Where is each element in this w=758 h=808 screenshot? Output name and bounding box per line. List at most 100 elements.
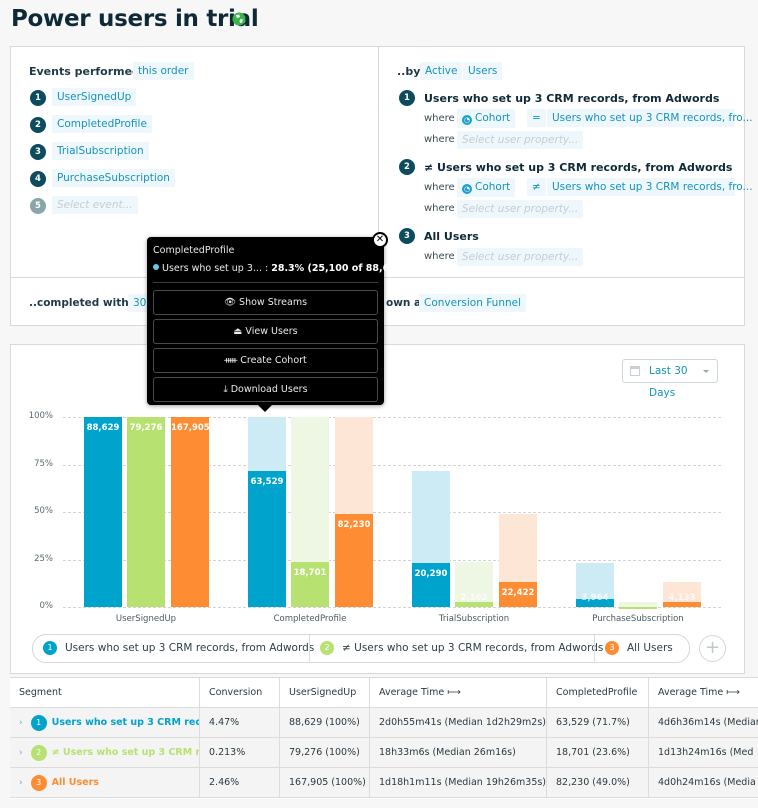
bar[interactable] bbox=[248, 470, 286, 607]
filter-property-label: Cohort bbox=[475, 181, 511, 193]
cohort-icon: ᚔ bbox=[224, 355, 238, 366]
header-conversion[interactable]: Conversion bbox=[200, 678, 280, 708]
legend-label: ≠ Users who set up 3 CRM records, from A… bbox=[342, 642, 604, 654]
legend-separator bbox=[309, 635, 310, 662]
select-property-input[interactable]: Select user property... bbox=[457, 248, 584, 266]
filter-property[interactable]: ◔ Cohort bbox=[457, 178, 516, 197]
order-selector[interactable]: this order bbox=[133, 62, 194, 80]
header-step1[interactable]: UserSignedUp bbox=[280, 678, 370, 708]
create-cohort-button[interactable]: ᚔ Create Cohort bbox=[153, 348, 378, 373]
page-title: Power users in trial bbox=[11, 6, 259, 32]
segment-cell[interactable]: › 1 Users who set up 3 CRM rec... bbox=[10, 708, 200, 738]
segment-number: 2 bbox=[30, 745, 47, 761]
by-active-selector[interactable]: Active bbox=[420, 62, 463, 80]
header-avg-time[interactable]: Average Time ⟼ bbox=[370, 678, 547, 708]
table-row[interactable]: › 1 Users who set up 3 CRM rec... 4.47% 88,6… bbox=[10, 708, 758, 738]
legend-label: Users who set up 3 CRM records, from Adw… bbox=[65, 642, 315, 654]
by-users-selector[interactable]: Users bbox=[463, 62, 503, 80]
tooltip-title: CompletedProfile bbox=[153, 245, 235, 256]
filter-property[interactable]: ◔ Cohort bbox=[457, 109, 516, 128]
filter-property-label: Cohort bbox=[475, 112, 511, 124]
globe-icon[interactable] bbox=[232, 12, 246, 26]
legend-label: All Users bbox=[627, 642, 673, 654]
event-item[interactable]: PurchaseSubscription bbox=[52, 169, 175, 187]
event-number: 2 bbox=[30, 117, 46, 133]
segment-title[interactable]: Users who set up 3 CRM records, from Adw… bbox=[424, 92, 719, 105]
add-segment-button[interactable]: + bbox=[699, 635, 726, 662]
by-label: ..by bbox=[397, 65, 421, 78]
y-tick-label: 25% bbox=[34, 553, 53, 564]
legend-item[interactable]: 2 ≠ Users who set up 3 CRM records, from … bbox=[320, 635, 603, 662]
tooltip-value-line: Users who set up 3... : 28.3% (25,100 of… bbox=[153, 263, 407, 274]
user-icon: ⏏ bbox=[233, 326, 243, 337]
segment-name[interactable]: ≠ Users who set up 3 CRM re... bbox=[52, 747, 199, 758]
button-label: View Users bbox=[245, 326, 298, 337]
expand-chevron-icon[interactable]: › bbox=[19, 748, 23, 758]
event-number: 1 bbox=[30, 90, 46, 106]
legend-item[interactable]: 1 Users who set up 3 CRM records, from Ad… bbox=[43, 635, 314, 662]
bar[interactable] bbox=[84, 417, 122, 607]
conversion-cell: 0.213% bbox=[200, 738, 280, 768]
y-tick-label: 100% bbox=[28, 411, 53, 421]
step2-cell: 18,701 (23.6%) bbox=[547, 738, 649, 768]
avg2-cell: 4d0h24m16s (Media bbox=[658, 777, 756, 788]
filter-operator[interactable]: ≠ bbox=[527, 178, 546, 196]
header-segment[interactable]: Segment bbox=[10, 678, 200, 708]
bar[interactable] bbox=[619, 606, 657, 609]
segment-number: 3 bbox=[30, 775, 47, 791]
event-item[interactable]: UserSignedUp bbox=[52, 88, 137, 106]
bar[interactable] bbox=[127, 417, 165, 607]
completed-within-label: ..completed within bbox=[29, 297, 140, 309]
chart-tooltip: CompletedProfile Users who set up 3... :… bbox=[147, 232, 407, 412]
bar-value-label: 79,276 bbox=[129, 423, 163, 433]
event-item[interactable]: CompletedProfile bbox=[52, 115, 152, 133]
filter-value[interactable]: Users who set up 3 CRM records, fro... bbox=[547, 178, 753, 196]
conversion-cell: 4.47% bbox=[200, 708, 280, 738]
step1-cell: 88,629 (100%) bbox=[280, 708, 370, 738]
tooltip-divider bbox=[153, 282, 378, 283]
expand-chevron-icon[interactable]: › bbox=[19, 778, 23, 788]
bar-value-label: 22,422 bbox=[501, 587, 535, 598]
expand-chevron-icon[interactable]: › bbox=[19, 718, 23, 728]
chart-type-selector[interactable]: Conversion Funnel bbox=[419, 294, 527, 312]
close-icon[interactable]: ✕ bbox=[372, 232, 388, 248]
bar[interactable] bbox=[663, 602, 701, 607]
button-label: Download Users bbox=[230, 384, 308, 395]
bar-value-label: 18,701 bbox=[293, 568, 327, 579]
select-property-input[interactable]: Select user property... bbox=[457, 200, 584, 218]
header-step2[interactable]: CompletedProfile bbox=[547, 678, 649, 708]
select-event-input[interactable]: Select event... bbox=[52, 196, 138, 214]
conversion-cell: 2.46% bbox=[200, 768, 280, 798]
legend-number: 3 bbox=[605, 641, 619, 655]
step1-cell: 167,905 (100%) bbox=[280, 768, 370, 798]
header-avg-time[interactable]: Average Time ⟼ bbox=[649, 678, 758, 708]
filter-value[interactable]: Users who set up 3 CRM records, fro... bbox=[547, 109, 753, 127]
segment-name[interactable]: Users who set up 3 CRM rec... bbox=[52, 717, 199, 728]
event-item[interactable]: TrialSubscription bbox=[52, 142, 149, 160]
segment-cell[interactable]: › 3 All Users bbox=[10, 768, 200, 798]
bar-value-label: 3,964 bbox=[581, 593, 609, 603]
segment-cell[interactable]: › 2 ≠ Users who set up 3 CRM re... bbox=[10, 738, 200, 768]
event-number: 5 bbox=[30, 198, 46, 214]
table-row[interactable]: › 2 ≠ Users who set up 3 CRM re...0.213%79… bbox=[10, 738, 758, 768]
y-tick-label: 0% bbox=[39, 601, 54, 611]
event-number: 4 bbox=[30, 171, 46, 187]
filter-operator[interactable]: = bbox=[527, 109, 546, 127]
view-users-button[interactable]: ⏏ View Users bbox=[153, 319, 378, 344]
button-label: Show Streams bbox=[239, 297, 308, 308]
download-users-button[interactable]: ⤓ Download Users bbox=[153, 377, 378, 402]
segment-number: 2 bbox=[399, 159, 415, 175]
show-streams-button[interactable]: 👁 Show Streams bbox=[153, 290, 378, 315]
table-row[interactable]: › 3 All Users 2.46% 167,905 (100%) 1d18h1m11s… bbox=[10, 768, 758, 798]
bar[interactable] bbox=[171, 417, 209, 607]
segment-number: 1 bbox=[399, 90, 415, 106]
avg2-cell: 1d13h24m16s (Med bbox=[658, 747, 754, 758]
segment-name[interactable]: All Users bbox=[52, 777, 99, 788]
segment-legend: 1 Users who set up 3 CRM records, from Ad… bbox=[32, 634, 690, 663]
segment-title[interactable]: ≠ Users who set up 3 CRM records, from A… bbox=[424, 161, 732, 174]
legend-item[interactable]: 3 All Users bbox=[605, 635, 673, 662]
avg2-cell: 4d6h36m14s (Median bbox=[658, 717, 758, 728]
where-label: where bbox=[424, 134, 455, 145]
select-property-input[interactable]: Select user property... bbox=[457, 131, 584, 149]
segment-title[interactable]: All Users bbox=[424, 230, 479, 243]
